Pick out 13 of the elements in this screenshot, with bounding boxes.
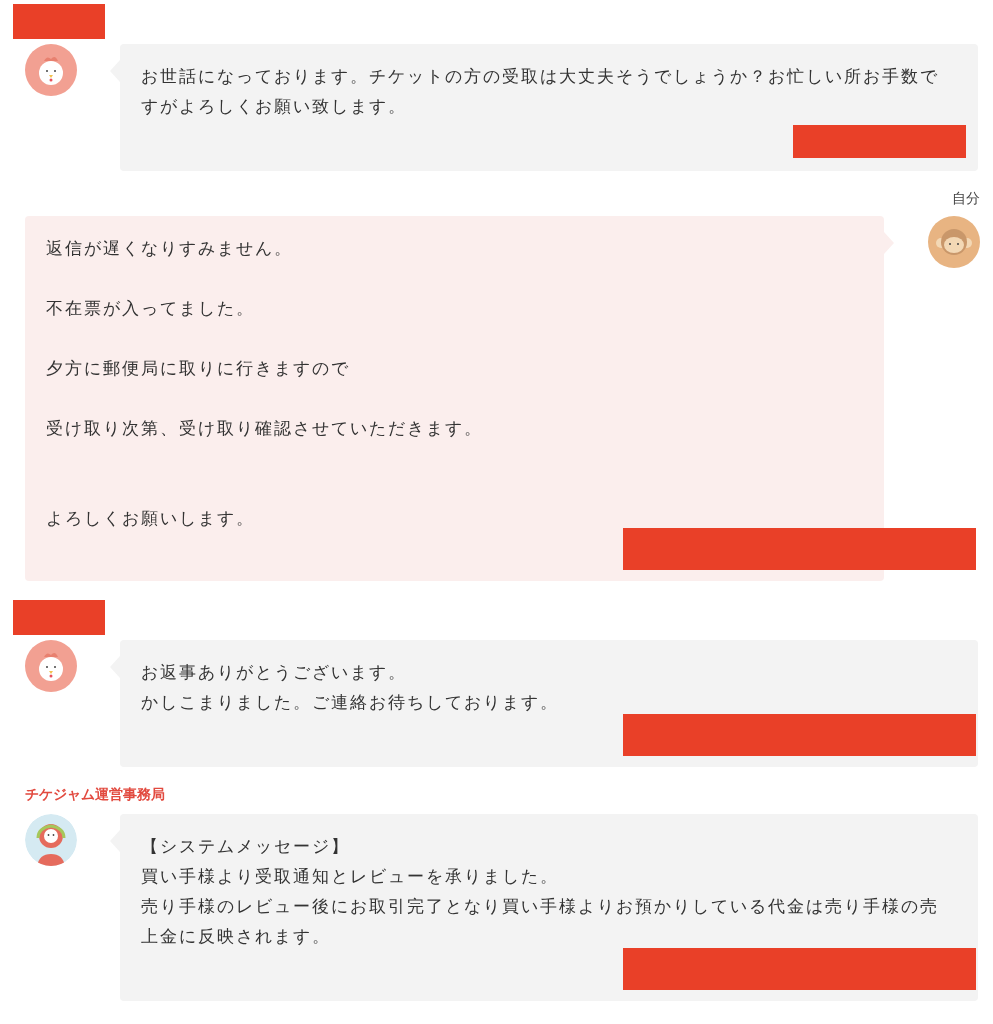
message-text: かしこまりました。ご連絡お待ちしております。 [141,692,560,713]
sender-label: 自分 [952,190,980,208]
message-text: 買い手様より受取通知とレビューを承りました。 [141,866,560,887]
message-text: 返信が遅くなりすみません。 [46,238,294,259]
message-text: 【システムメッセージ】 [141,836,351,857]
message-text: お世話になっております。チケットの方の受取は大丈夫そうでしょうか？お忙しい所お手数ですがよろしくお願い致します。 [141,66,940,117]
message-text: よろしくお願いします。 [46,508,256,529]
message-text: お返事ありがとうございます。 [141,662,408,683]
message-text: 受け取り次第、受け取り確認させていただきます。 [46,418,484,439]
message-text: 夕方に郵便局に取りに行きますので [46,358,351,379]
message-text: 売り手様のレビュー後にお取引完了となり買い手様よりお預かりしている代金は売り手様の売上金に反映されます。 [141,896,940,947]
message-text: 不在票が入ってました。 [46,298,256,319]
sender-name: チケジャム運営事務局 [25,786,165,804]
